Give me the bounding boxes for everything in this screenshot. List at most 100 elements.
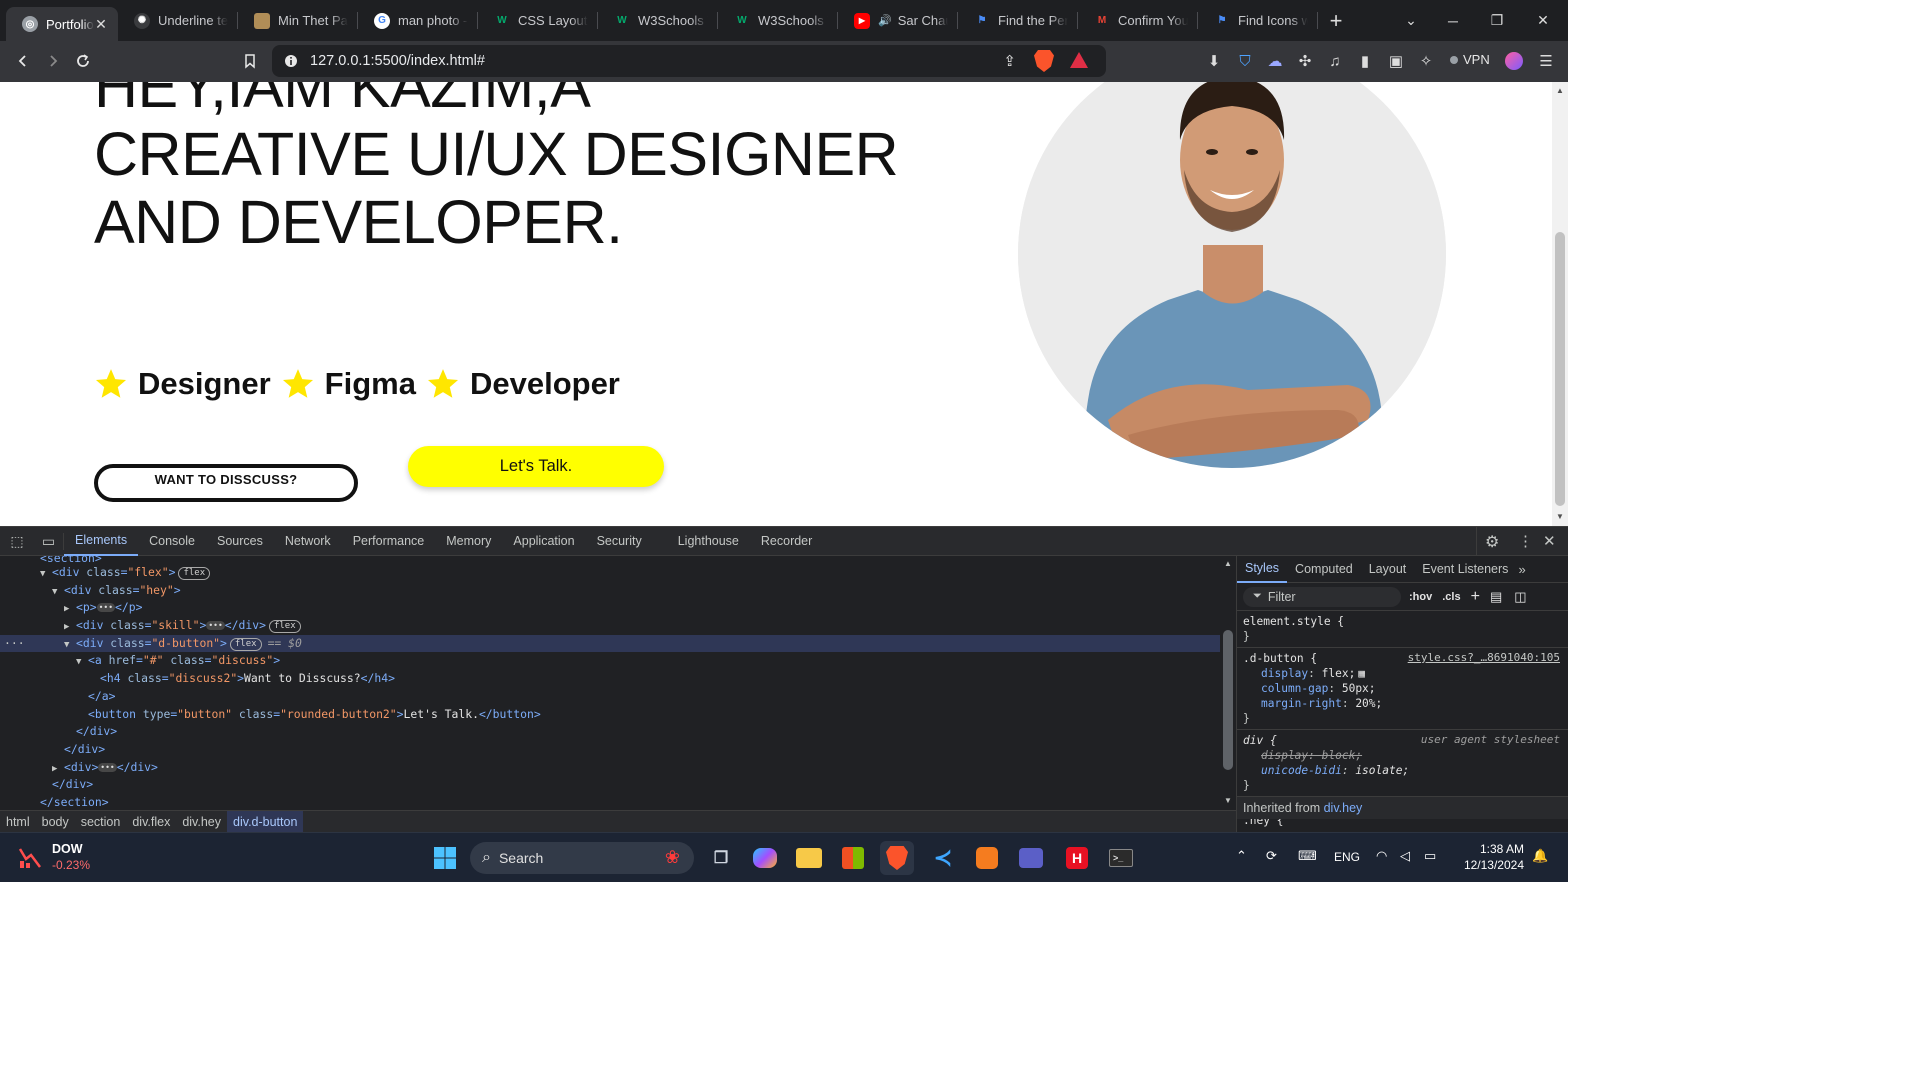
dom-line[interactable]: <h4 class="discuss2">Want to Disscuss?</… — [0, 670, 1220, 688]
discuss-link[interactable]: WANT TO DISSCUSS? — [94, 464, 358, 502]
dom-line[interactable]: </div> — [0, 776, 1220, 794]
tab-gmail[interactable]: M Confirm Your — [1078, 0, 1198, 41]
system-clock[interactable]: 1:38 AM 12/13/2024 — [1456, 841, 1524, 873]
share-icon[interactable]: ⇪ — [1003, 52, 1016, 70]
brave-rewards-icon[interactable] — [1070, 52, 1088, 68]
rule-selector[interactable]: .hey { — [1243, 819, 1562, 828]
dom-line[interactable]: ▼ <div class="flex"> flex — [0, 564, 1220, 582]
breadcrumb-html[interactable]: html — [0, 811, 36, 833]
styles-tab-computed[interactable]: Computed — [1287, 556, 1361, 583]
settings-gear-icon[interactable]: ⚙ — [1485, 532, 1499, 552]
wallet-icon[interactable]: ▣ — [1382, 47, 1410, 75]
music-icon[interactable]: ♫ — [1321, 47, 1349, 75]
paint-brush-icon[interactable]: ▤ — [1490, 589, 1502, 605]
devtools-tab-network[interactable]: Network — [274, 527, 342, 556]
dom-line[interactable]: ▼ <a href="#" class="discuss"> — [0, 652, 1220, 670]
profile-avatar[interactable] — [1500, 47, 1528, 75]
vpn-button[interactable]: VPN — [1450, 52, 1490, 67]
more-options-icon[interactable]: ⋮ — [1518, 532, 1533, 550]
devtools-tab-application[interactable]: Application — [502, 527, 585, 556]
shield-extension-icon[interactable]: ⛉ — [1231, 47, 1259, 75]
wifi-icon[interactable]: ◠ — [1376, 848, 1387, 864]
dom-scrollbar[interactable]: ▲ ▼ — [1220, 556, 1236, 810]
ellipsis-icon[interactable]: ••• — [206, 621, 225, 631]
language-indicator[interactable]: ENG — [1334, 850, 1360, 864]
page-scrollbar[interactable]: ▲ ▼ — [1552, 82, 1568, 526]
styles-tab-styles[interactable]: Styles — [1237, 556, 1288, 583]
breadcrumb-div-d-button[interactable]: div.d-button — [227, 811, 304, 833]
css-property[interactable]: column-gap — [1261, 682, 1328, 695]
back-button[interactable] — [8, 46, 38, 76]
devtools-tab-sources[interactable]: Sources — [206, 527, 274, 556]
stock-widget[interactable]: DOW -0.23% — [18, 841, 90, 873]
minimize-button[interactable]: ─ — [1430, 0, 1476, 41]
forward-button[interactable] — [38, 46, 68, 76]
tab-css-layout[interactable]: W CSS Layout - — [478, 0, 598, 41]
devtools-tab-performance[interactable]: Performance — [342, 527, 436, 556]
bookmark-button[interactable] — [235, 46, 265, 76]
flex-badge[interactable]: flex — [229, 637, 262, 651]
flex-badge[interactable]: flex — [178, 567, 211, 580]
ellipsis-icon[interactable]: ••• — [98, 762, 117, 772]
scroll-up-icon[interactable]: ▲ — [1556, 86, 1564, 95]
breadcrumb-section[interactable]: section — [75, 811, 127, 833]
task-view-icon[interactable]: ❐ — [704, 841, 738, 875]
devtools-tab-elements[interactable]: Elements — [64, 527, 139, 556]
devtools-tab-security[interactable]: Security — [586, 527, 653, 556]
devtools-tab-lighthouse[interactable]: Lighthouse — [667, 527, 750, 556]
tab-w3schools-2[interactable]: W W3Schools T — [718, 0, 838, 41]
keyboard-icon[interactable]: ⌨ — [1298, 848, 1317, 864]
dom-line[interactable]: </div> — [0, 741, 1220, 759]
scroll-thumb[interactable] — [1555, 232, 1565, 506]
tab-find-perfect[interactable]: ⚑ Find the Perf — [958, 0, 1078, 41]
tray-expand-icon[interactable]: ⌃ — [1236, 848, 1247, 864]
tab-portfolio[interactable]: ◎ Portfolio ✕ — [6, 7, 118, 41]
breadcrumb-div-hey[interactable]: div.hey — [176, 811, 227, 833]
lets-talk-button[interactable]: Let's Talk. — [408, 446, 664, 487]
dom-line[interactable]: </a> — [0, 688, 1220, 706]
rule-selector[interactable]: element.style { — [1243, 614, 1562, 629]
sync-icon[interactable]: ⟳ — [1266, 848, 1277, 864]
reload-button[interactable] — [68, 46, 98, 76]
tab-min-thet[interactable]: Min Thet Paing — [238, 0, 358, 41]
tab-search-icon[interactable]: ⌄ — [1388, 0, 1434, 41]
copilot-icon[interactable] — [748, 841, 782, 875]
devtools-tab-memory[interactable]: Memory — [435, 527, 502, 556]
new-tab-button[interactable]: + — [1318, 0, 1354, 41]
scroll-down-icon[interactable]: ▼ — [1556, 512, 1564, 521]
devtools-tab-console[interactable]: Console — [138, 527, 206, 556]
ellipsis-icon[interactable]: ••• — [96, 603, 116, 613]
dom-line[interactable]: <button type="button" class="rounded-but… — [0, 706, 1220, 724]
taskbar-search[interactable]: ⌕ Search ❀ — [470, 842, 694, 874]
tab-google[interactable]: G man photo - — [358, 0, 478, 41]
toggle-sidebar-icon[interactable]: ◫ — [1514, 589, 1526, 605]
cls-toggle[interactable]: .cls — [1442, 591, 1460, 603]
start-button[interactable] — [428, 841, 462, 875]
css-value[interactable]: flex; — [1322, 667, 1356, 680]
breadcrumb-div-flex[interactable]: div.flex — [126, 811, 176, 833]
styles-tab-event-listeners[interactable]: Event Listeners — [1414, 556, 1516, 583]
styles-tab-layout[interactable]: Layout — [1361, 556, 1415, 583]
dom-line[interactable]: ▼ <div class="hey"> — [0, 582, 1220, 600]
leo-ai-icon[interactable]: ✧ — [1412, 47, 1440, 75]
menu-icon[interactable]: ☰ — [1532, 47, 1560, 75]
xampp-icon[interactable] — [970, 841, 1004, 875]
tab-youtube[interactable]: ▶ 🔊 Sar Chau — [838, 0, 958, 41]
site-info-icon[interactable] — [284, 54, 298, 68]
puzzle-icon[interactable]: ✣ — [1291, 47, 1319, 75]
microsoft-store-icon[interactable] — [836, 841, 870, 875]
tab-w3schools-1[interactable]: W W3Schools T — [598, 0, 718, 41]
new-rule-icon[interactable]: + — [1471, 588, 1480, 606]
scroll-thumb[interactable] — [1223, 630, 1233, 770]
close-icon[interactable]: ✕ — [94, 17, 108, 31]
sidebar-icon[interactable]: ▮ — [1351, 47, 1379, 75]
inspect-element-icon[interactable]: ⬚ — [0, 533, 34, 550]
terminal-icon[interactable]: >_ — [1104, 841, 1138, 875]
brave-shield-icon[interactable] — [1034, 50, 1054, 72]
dom-line[interactable]: </section> — [0, 794, 1220, 810]
css-value[interactable]: 50px; — [1342, 682, 1376, 695]
breadcrumb-body[interactable]: body — [36, 811, 75, 833]
download-icon[interactable]: ⬇ — [1200, 47, 1228, 75]
styles-filter-input[interactable]: ⏷ Filter — [1243, 586, 1401, 607]
css-property[interactable]: margin-right — [1261, 697, 1342, 710]
